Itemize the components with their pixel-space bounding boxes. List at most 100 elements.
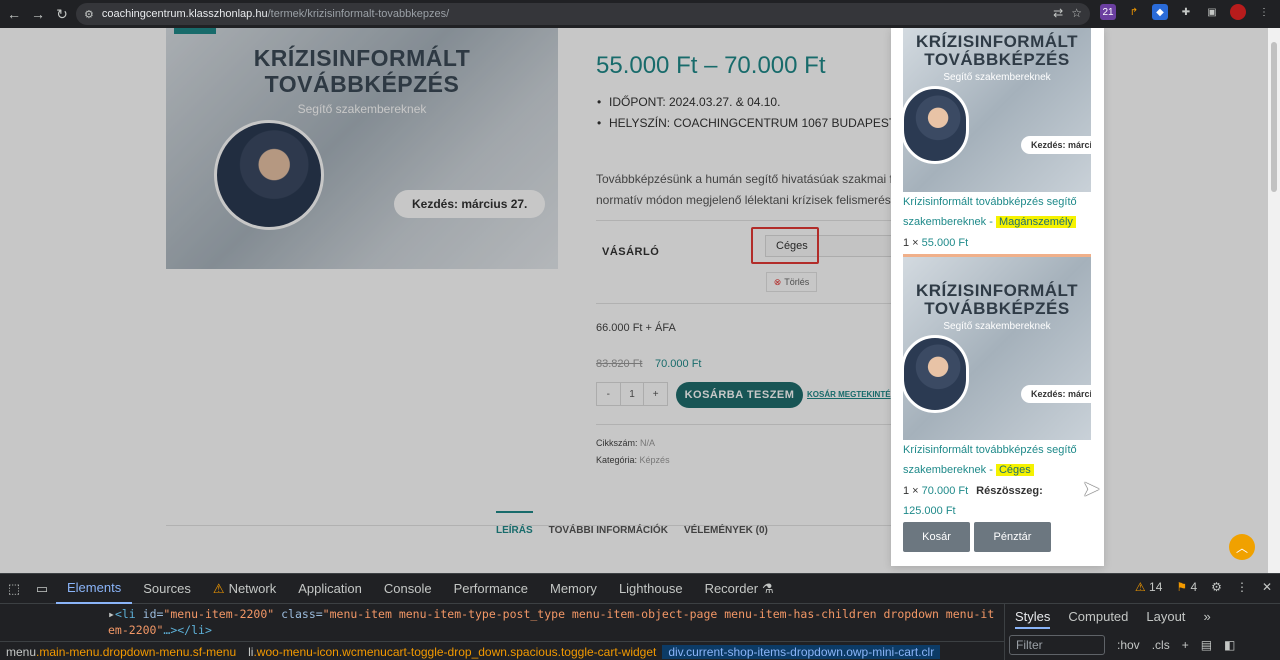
close-icon[interactable]: ✕ [1262, 580, 1272, 594]
more-options-icon[interactable]: ⋮ [1236, 580, 1248, 594]
profile-avatar[interactable] [1230, 4, 1246, 20]
scroll-to-top-button[interactable]: ︿ [1229, 534, 1255, 560]
tab-elements[interactable]: Elements [56, 574, 133, 604]
extension-arrow-icon[interactable]: ↱ [1126, 4, 1142, 20]
checkout-button[interactable]: Pénztár [974, 522, 1051, 552]
extension-badge-icon[interactable]: 21 [1100, 4, 1116, 20]
issue-flag-icon: ⚑ [1176, 580, 1188, 594]
sku-label: Cikkszám: [596, 438, 638, 448]
address-bar[interactable]: ⚙ coachingcentrum.klasszhonlap.hu/termek… [76, 3, 1090, 25]
cart-item-thumbnail[interactable]: KRÍZISINFORMÁLT TOVÁBBKÉPZÉS Segítő szak… [903, 254, 1091, 440]
tab-computed[interactable]: Computed [1068, 609, 1128, 629]
hover-state-toggle[interactable]: :hov [1117, 638, 1140, 652]
paint-icon[interactable]: ▤ [1201, 638, 1212, 652]
add-to-cart-button[interactable]: KOSÁRBA TESZEM [676, 382, 803, 408]
site-info-icon[interactable]: ⚙ [84, 8, 94, 21]
tab-performance[interactable]: Performance [443, 574, 539, 604]
class-toggle[interactable]: .cls [1152, 638, 1170, 652]
page-viewport: KRÍZISINFORMÁLT TOVÁBBKÉPZÉS Segítő szak… [0, 28, 1280, 573]
translate-icon[interactable]: ⇄ [1053, 6, 1063, 20]
thumb-subtitle: Segítő szakembereknek [943, 72, 1051, 83]
tab-network[interactable]: ⚠ Network [202, 574, 287, 604]
thumb-start-badge: Kezdés: március [1021, 385, 1091, 403]
scrollbar-thumb[interactable] [1271, 42, 1277, 192]
crumb-class: .current-shop-items-dropdown.owp-mini-ca… [682, 644, 935, 659]
side-panel-icon[interactable]: ▣ [1204, 4, 1220, 20]
styles-filter-input[interactable]: Filter [1009, 635, 1105, 655]
tab-layout[interactable]: Layout [1146, 609, 1185, 629]
tab-console[interactable]: Console [373, 574, 443, 604]
qty-input[interactable]: 1 [621, 383, 645, 405]
devtools-panel: ⬚ ▭ Elements Sources ⚠ Network Applicatio… [0, 573, 1280, 660]
dom-attr-name: class= [274, 607, 323, 621]
cart-item-variant: Magánszemély [995, 216, 1076, 228]
product-image[interactable]: KRÍZISINFORMÁLT TOVÁBBKÉPZÉS Segítő szak… [166, 28, 558, 269]
page-scrollbar[interactable] [1268, 28, 1280, 573]
cart-item-name[interactable]: Krízisinformált továbbképzés segítő szak… [903, 440, 1093, 480]
bookmark-star-icon[interactable]: ☆ [1071, 6, 1082, 20]
breadcrumb-item[interactable]: menu.main-menu.dropdown-menu.sf-menu [0, 645, 242, 659]
qty-multiplier: 1 × [903, 485, 919, 497]
cart-item-price: 55.000 Ft [921, 237, 969, 249]
cart-item-title: Krízisinformált továbbképzés segítő szak… [903, 444, 1077, 476]
reload-icon[interactable]: ↻ [50, 2, 74, 26]
expand-triangle-icon[interactable]: ▸ [108, 607, 115, 621]
back-arrow-icon[interactable]: ← [2, 2, 26, 26]
tab-description[interactable]: LEÍRÁS [496, 511, 533, 536]
flask-icon: ⚗ [762, 580, 774, 596]
thumb-title-line1: KRÍZISINFORMÁLT [915, 281, 1079, 300]
puzzle-extensions-icon[interactable]: ✚ [1178, 4, 1194, 20]
tab-network-label: Network [228, 581, 277, 596]
tab-additional-info[interactable]: TOVÁBBI INFORMÁCIÓK [549, 525, 668, 536]
devtools-toolbar: ⬚ ▭ Elements Sources ⚠ Network Applicatio… [0, 574, 1280, 604]
browser-menu-icon[interactable]: ⋮ [1256, 4, 1272, 20]
cart-item-name[interactable]: Krízisinformált továbbképzés segítő szak… [903, 192, 1093, 232]
price-range: 55.000 Ft – 70.000 Ft [596, 52, 826, 79]
qty-minus-button[interactable]: - [597, 383, 621, 405]
device-toolbar-icon[interactable]: ▭ [28, 581, 56, 597]
category-row: Kategória: Képzés [596, 455, 670, 465]
warnings-counter[interactable]: ⚠ 14 [1135, 580, 1162, 594]
qty-plus-button[interactable]: + [644, 383, 667, 405]
view-cart-link[interactable]: KOSÁR MEGTEKINTÉ [807, 390, 891, 399]
warning-icon: ⚠ [1134, 580, 1146, 594]
price-before-vat: 66.000 Ft + ÁFA [596, 322, 676, 334]
tab-styles[interactable]: Styles [1015, 609, 1051, 629]
category-label: Kategória: [596, 455, 638, 465]
add-rule-icon[interactable]: + [1182, 638, 1189, 652]
tab-memory[interactable]: Memory [539, 574, 608, 604]
crumb-class: .woo-menu-icon.wcmenucart-toggle-drop_do… [253, 644, 657, 659]
category-link[interactable]: Képzés [640, 455, 670, 465]
inspect-element-icon[interactable]: ⬚ [0, 581, 28, 597]
promo-subtitle: Segítő szakembereknek [297, 102, 427, 116]
issues-counter[interactable]: ⚑ 4 [1176, 580, 1197, 594]
tab-reviews[interactable]: VÉLEMÉNYEK (0) [684, 525, 768, 536]
sidebar-toggle-icon[interactable]: ◧ [1224, 638, 1235, 652]
cart-button[interactable]: Kosár [903, 522, 970, 552]
clear-label: Törlés [784, 277, 810, 287]
dom-tree-node[interactable]: ▸<li id="menu-item-2200" class="menu-ite… [108, 606, 996, 638]
dom-attr-value: "menu-item-2200" [163, 607, 275, 621]
clear-selection-button[interactable]: ⊗ Törlés [766, 272, 817, 292]
more-tabs-chevron-icon[interactable]: » [1203, 609, 1210, 629]
breadcrumb-item-selected[interactable]: div.current-shop-items-dropdown.owp-mini… [662, 644, 941, 659]
tab-application[interactable]: Application [287, 574, 373, 604]
cart-item-qty: 1 × 55.000 Ft [903, 237, 968, 249]
tab-sources[interactable]: Sources [132, 574, 202, 604]
breadcrumb-item[interactable]: li.woo-menu-icon.wcmenucart-toggle-drop_… [242, 645, 662, 659]
quantity-stepper: - 1 + [596, 382, 668, 406]
product-description: Továbbképzésünk a humán segítő hivatásúa… [596, 169, 896, 211]
event-details: IDŐPONT: 2024.03.27. & 04.10. HELYSZÍN: … [597, 92, 919, 134]
shield-extension-icon[interactable]: ◆ [1152, 4, 1168, 20]
qty-multiplier: 1 × [903, 237, 919, 249]
description-line: normatív módon megjelenő lélektani krízi… [596, 193, 896, 207]
forward-arrow-icon[interactable]: → [26, 2, 50, 26]
warning-icon: ⚠ [212, 580, 225, 596]
cart-item-thumbnail[interactable]: KRÍZISINFORMÁLT TOVÁBBKÉPZÉS Segítő szak… [903, 28, 1091, 192]
sale-tag-corner [174, 28, 216, 34]
tab-recorder[interactable]: Recorder ⚗ [694, 574, 785, 604]
divider [596, 424, 896, 425]
dom-attr-name: id= [142, 607, 164, 621]
settings-gear-icon[interactable]: ⚙ [1211, 580, 1222, 594]
tab-lighthouse[interactable]: Lighthouse [608, 574, 694, 604]
